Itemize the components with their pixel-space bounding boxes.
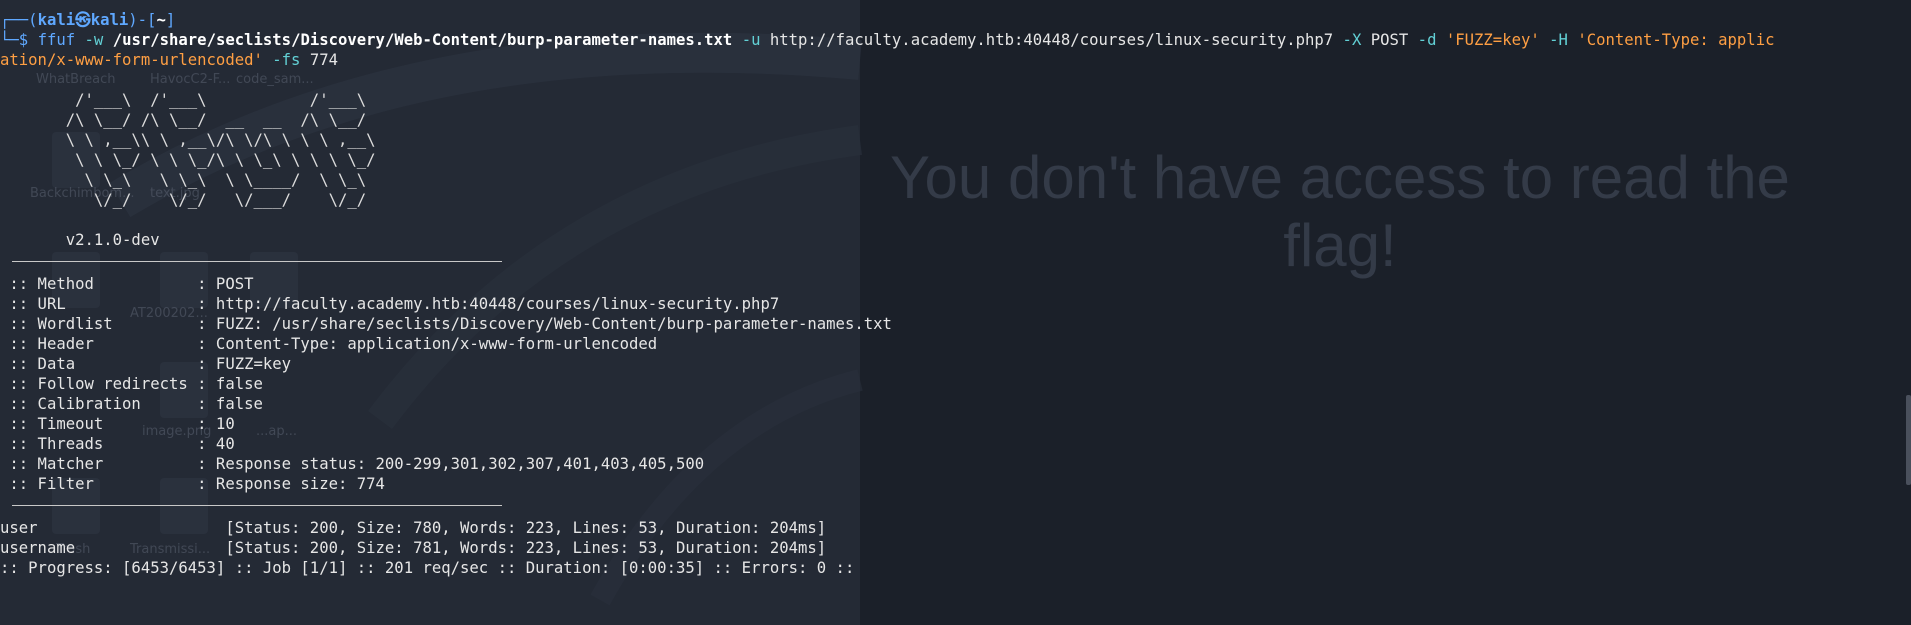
command-filter-size: 774: [309, 51, 338, 69]
separator: [12, 505, 502, 506]
config-data: :: Data : FUZZ=key: [0, 355, 292, 373]
command-wordlist: /usr/share/seclists/Discovery/Web-Conten…: [112, 31, 733, 49]
command-line: └─$ ffuf -w /usr/share/seclists/Discover…: [0, 31, 1775, 49]
config-threads: :: Threads : 40: [0, 435, 235, 453]
shell-prompt: ┌──(kali㉿kali)-[~]: [0, 11, 176, 29]
ffuf-banner-line: /'___\ /'___\ /'___\: [0, 91, 367, 109]
config-wordlist: :: Wordlist : FUZZ: /usr/share/seclists/…: [0, 315, 892, 333]
command-header: 'Content-Type: applic: [1577, 31, 1775, 49]
result-row: user [Status: 200, Size: 780, Words: 223…: [0, 519, 827, 537]
ffuf-banner-line: \/_/ \/_/ \/___/ \/_/: [0, 191, 367, 209]
terminal-output[interactable]: ┌──(kali㉿kali)-[~] └─$ ffuf -w /usr/shar…: [0, 0, 1774, 578]
ffuf-banner-line: /\ \__/ /\ \__/ __ __ /\ \__/: [0, 111, 367, 129]
command-tool: ffuf: [37, 31, 76, 49]
config-calibration: :: Calibration : false: [0, 395, 263, 413]
terminal-scrollbar[interactable]: [1906, 395, 1911, 485]
config-header: :: Header : Content-Type: application/x-…: [0, 335, 658, 353]
config-url: :: URL : http://faculty.academy.htb:4044…: [0, 295, 780, 313]
command-url: http://faculty.academy.htb:40448/courses…: [769, 31, 1334, 49]
ffuf-banner-line: \ \_\ \ \_\ \ \____/ \ \_\: [0, 171, 367, 189]
progress-line: :: Progress: [6453/6453] :: Job [1/1] ::…: [0, 559, 855, 577]
ffuf-banner-line: \ \ \_/ \ \ \_/\ \ \_\ \ \ \ \_/: [0, 151, 376, 169]
config-follow-redirects: :: Follow redirects : false: [0, 375, 263, 393]
prompt-user: kali㉿kali: [37, 11, 129, 29]
config-matcher: :: Matcher : Response status: 200-299,30…: [0, 455, 705, 473]
config-filter: :: Filter : Response size: 774: [0, 475, 385, 493]
separator: [12, 261, 502, 262]
command-data: 'FUZZ=key': [1445, 31, 1540, 49]
ffuf-banner-line: \ \ ,__\\ \ ,__\/\ \/\ \ \ \ ,__\: [0, 131, 376, 149]
prompt-dir: ~: [156, 11, 166, 29]
command-line-wrap: ation/x-www-form-urlencoded' -fs 774: [0, 51, 338, 69]
command-method: POST: [1370, 31, 1409, 49]
config-timeout: :: Timeout : 10: [0, 415, 235, 433]
config-method: :: Method : POST: [0, 275, 254, 293]
ffuf-version: v2.1.0-dev: [0, 231, 160, 249]
result-row: username [Status: 200, Size: 781, Words:…: [0, 539, 827, 557]
